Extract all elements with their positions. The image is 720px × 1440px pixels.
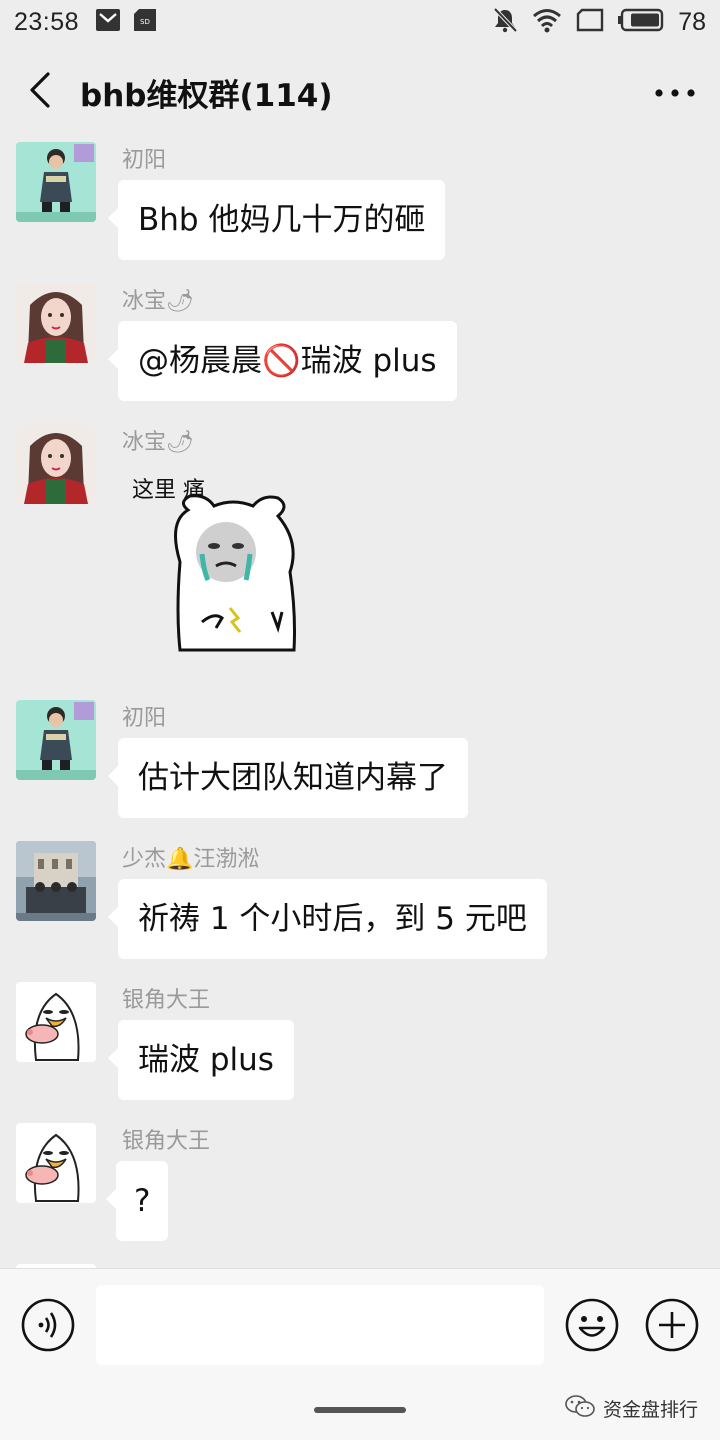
avatar[interactable]: [16, 283, 96, 363]
gesture-bar: 资金盘排行: [0, 1380, 720, 1440]
battery-icon: [618, 8, 664, 36]
sticker-image[interactable]: 这里 痛: [118, 462, 338, 662]
battery-level: 78: [678, 7, 706, 36]
sender-name: 银角大王: [122, 988, 211, 1013]
avatar[interactable]: [16, 982, 96, 1062]
chat-title: bhb维权群(114): [80, 77, 333, 114]
avatar[interactable]: [16, 424, 96, 504]
sender-name: 银角大王: [122, 1129, 211, 1154]
avatar[interactable]: [16, 1123, 96, 1203]
sender-name: 冰宝🌶: [122, 289, 194, 314]
avatar[interactable]: [16, 841, 96, 921]
status-bar: 23:58 SD 78: [0, 0, 720, 44]
more-functions-button[interactable]: [644, 1297, 700, 1353]
home-indicator[interactable]: [314, 1407, 406, 1413]
message-bubble[interactable]: 祈祷 1 个小时后，到 5 元吧: [108, 879, 547, 959]
sender-name: 冰宝🌶: [122, 430, 194, 455]
message-bubble[interactable]: ?: [105, 1161, 169, 1241]
watermark-text: 资金盘排行: [602, 1399, 698, 1421]
avatar[interactable]: [16, 700, 96, 780]
svg-text:SD: SD: [140, 18, 150, 26]
message-bubble[interactable]: @杨晨晨🚫瑞波 plus: [108, 321, 457, 401]
more-dots-icon: [655, 83, 695, 102]
message-list[interactable]: 初阳 Bhb 他妈几十万的砸 冰宝🌶 @杨晨晨🚫瑞波 plus 冰宝🌶 这里 痛: [0, 140, 720, 1268]
message-icon: [95, 8, 121, 36]
input-bar: [0, 1268, 720, 1380]
message-bubble[interactable]: 瑞波 plus: [108, 1020, 294, 1100]
back-arrow-icon: [28, 72, 52, 112]
emoji-button[interactable]: [564, 1297, 620, 1353]
wechat-logo-icon: [565, 1394, 595, 1423]
wifi-icon: [532, 7, 562, 37]
message-bubble[interactable]: Bhb 他妈几十万的砸: [107, 180, 446, 260]
mute-icon: [492, 7, 518, 37]
screen-icon: [576, 8, 604, 36]
sender-name: 初阳: [122, 706, 167, 731]
status-time: 23:58: [14, 7, 80, 36]
emoji-icon: [564, 1298, 620, 1357]
more-button[interactable]: [630, 44, 720, 140]
message-bubble[interactable]: 估计大团队知道内幕了: [108, 738, 468, 818]
watermark: 资金盘排行: [565, 1394, 698, 1423]
voice-button[interactable]: [20, 1297, 76, 1353]
avatar[interactable]: [16, 142, 96, 222]
sd-card-icon: SD: [133, 8, 157, 36]
sender-name: 少杰🔔汪渤淞: [122, 847, 260, 872]
voice-icon: [20, 1298, 76, 1357]
message-input[interactable]: [96, 1285, 544, 1365]
back-button[interactable]: [0, 44, 80, 140]
chat-header: bhb维权群(114): [0, 44, 720, 140]
sender-name: 初阳: [122, 148, 167, 173]
plus-icon: [644, 1298, 700, 1357]
